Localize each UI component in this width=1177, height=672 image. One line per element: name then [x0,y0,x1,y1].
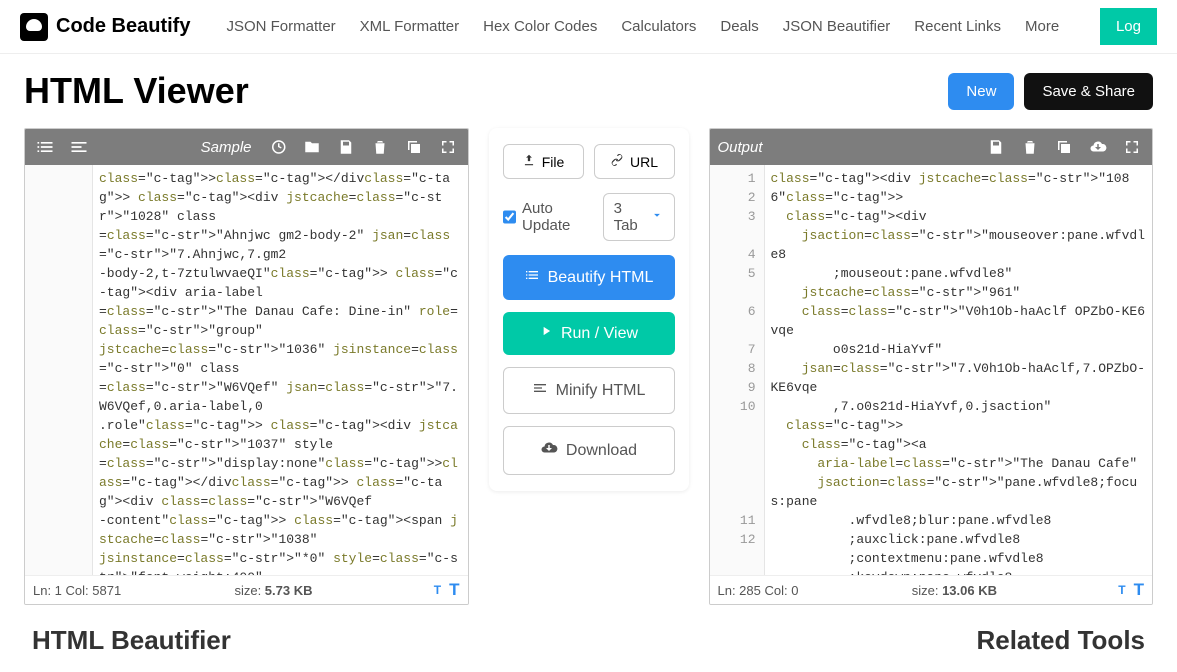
brain-logo-icon [20,13,48,41]
tt-small-icon[interactable]: T [1118,583,1125,597]
nav-xml-formatter[interactable]: XML Formatter [360,18,459,35]
download-button[interactable]: Download [503,426,675,475]
save-icon[interactable] [334,135,358,159]
run-label: Run / View [561,325,638,343]
input-gutter [25,165,93,575]
output-size-value: 13.06 KB [942,583,997,598]
nav-deals[interactable]: Deals [720,18,758,35]
file-button[interactable]: File [503,144,584,179]
output-cursor-pos: Ln: 285 Col: 0 [718,583,799,598]
save-share-button[interactable]: Save & Share [1024,73,1153,110]
auto-update-checkbox-label[interactable]: Auto Update [503,200,593,234]
html-beautifier-heading: HTML Beautifier [32,625,231,656]
fullscreen-icon[interactable] [1120,135,1144,159]
url-button-label: URL [630,154,658,170]
minify-label: Minify HTML [556,382,646,400]
input-size-label: size: [234,583,264,598]
output-size-label: size: [912,583,942,598]
input-code-text[interactable]: class="c-tag">>class="c-tag"></divclass=… [93,165,468,575]
bottom-section-titles: HTML Beautifier Related Tools [24,605,1153,656]
related-tools-heading: Related Tools [976,625,1145,656]
output-label: Output [718,139,763,156]
nav-links: JSON Formatter XML Formatter Hex Color C… [226,18,1059,35]
input-size-value: 5.73 KB [265,583,313,598]
nav-json-formatter[interactable]: JSON Formatter [226,18,335,35]
minify-button[interactable]: Minify HTML [503,367,675,414]
page-title: HTML Viewer [24,70,249,112]
run-button[interactable]: Run / View [503,312,675,355]
chevron-down-icon [650,208,664,226]
beautify-label: Beautify HTML [548,269,654,287]
input-editor: Sample class="c-tag">>class="c-tag"></di… [24,128,469,605]
tt-large-icon[interactable]: T [449,580,459,600]
tab-size-select[interactable]: 3 Tab [603,193,675,241]
cloud-download-icon [540,439,558,462]
nav-json-beautifier[interactable]: JSON Beautifier [783,18,891,35]
menu-icon[interactable] [67,135,91,159]
output-status-bar: Ln: 285 Col: 0 size: 13.06 KB T T [710,575,1153,604]
menu-icon [532,380,548,401]
input-status-bar: Ln: 1 Col: 5871 size: 5.73 KB T T [25,575,468,604]
sample-label[interactable]: Sample [201,139,252,156]
cloud-download-icon[interactable] [1086,135,1110,159]
logo[interactable]: Code Beautify [20,13,190,41]
file-button-label: File [542,154,565,170]
auto-update-checkbox[interactable] [503,209,517,225]
output-code-area[interactable]: 1 2 3 4 5 6 7 8 9 10 11 12 class="c-tag"… [710,165,1153,575]
header-actions: New Save & Share [948,73,1153,110]
copy-icon[interactable] [1052,135,1076,159]
nav-calculators[interactable]: Calculators [621,18,696,35]
output-editor: Output 1 2 3 4 5 6 7 8 9 10 11 12 class=… [709,128,1154,605]
tab-size-value: 3 Tab [614,200,642,234]
beautify-button[interactable]: Beautify HTML [503,255,675,300]
url-button[interactable]: URL [594,144,675,179]
fullscreen-icon[interactable] [436,135,460,159]
trash-icon[interactable] [1018,135,1042,159]
output-toolbar: Output [710,129,1153,165]
output-gutter: 1 2 3 4 5 6 7 8 9 10 11 12 [710,165,765,575]
download-label: Download [566,442,637,460]
auto-update-text: Auto Update [522,200,593,234]
nav-more[interactable]: More [1025,18,1059,35]
center-controls: File URL Auto Update 3 Tab [489,128,689,491]
input-code-area[interactable]: class="c-tag">>class="c-tag"></divclass=… [25,165,468,575]
copy-icon[interactable] [402,135,426,159]
history-icon[interactable] [266,135,290,159]
page-header: HTML Viewer New Save & Share [24,70,1153,112]
list-icon[interactable] [33,135,57,159]
new-button[interactable]: New [948,73,1014,110]
folder-icon[interactable] [300,135,324,159]
input-toolbar: Sample [25,129,468,165]
login-button[interactable]: Log [1100,8,1157,45]
nav-recent-links[interactable]: Recent Links [914,18,1001,35]
output-code-text[interactable]: class="c-tag"><div jstcache=class="c-str… [765,165,1153,575]
link-icon [610,153,624,170]
top-nav: Code Beautify JSON Formatter XML Formatt… [0,0,1177,54]
input-cursor-pos: Ln: 1 Col: 5871 [33,583,121,598]
upload-icon [522,153,536,170]
tt-small-icon[interactable]: T [434,583,441,597]
trash-icon[interactable] [368,135,392,159]
brand-name: Code Beautify [56,15,190,38]
list-icon [524,267,540,288]
save-icon[interactable] [984,135,1008,159]
tt-large-icon[interactable]: T [1134,580,1144,600]
nav-hex-color[interactable]: Hex Color Codes [483,18,597,35]
play-icon [539,324,553,343]
